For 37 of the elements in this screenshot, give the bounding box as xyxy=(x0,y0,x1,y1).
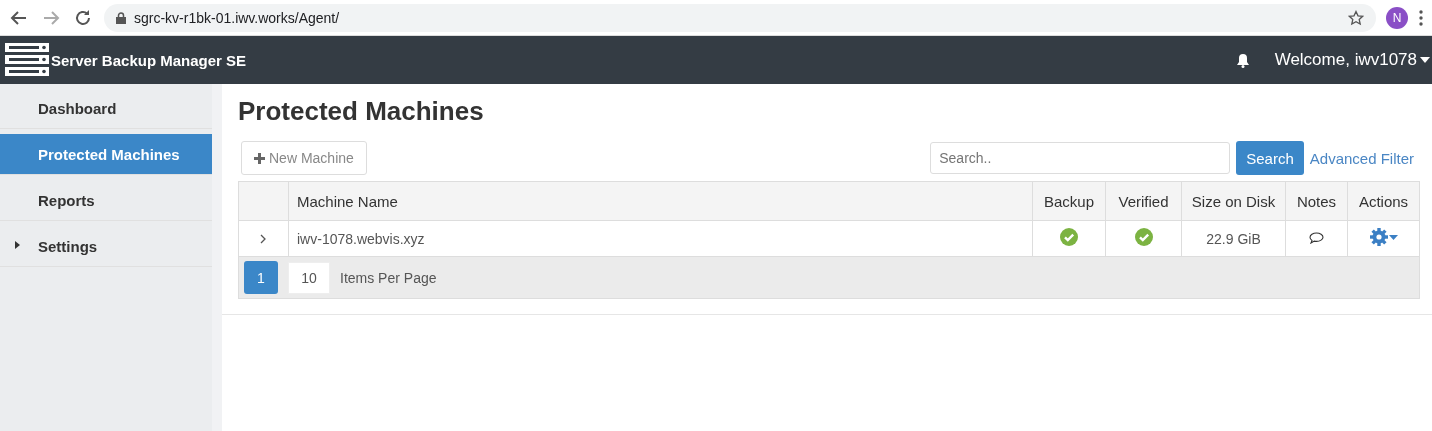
search-button[interactable]: Search xyxy=(1236,141,1304,175)
sidebar-item[interactable]: Protected Machines xyxy=(0,134,212,175)
expand-icon[interactable] xyxy=(260,233,267,244)
column-header[interactable]: Machine Name xyxy=(288,181,1033,221)
column-header[interactable]: Verified xyxy=(1105,181,1182,221)
advanced-filter-link[interactable]: Advanced Filter xyxy=(1309,149,1414,167)
profile-avatar[interactable]: N xyxy=(1386,6,1408,29)
speech-bubble-icon[interactable] xyxy=(1309,231,1324,244)
settings-dropdown[interactable] xyxy=(1369,228,1398,246)
gear-icon xyxy=(1369,228,1388,246)
column-header[interactable]: Size on Disk xyxy=(1181,181,1286,221)
star-icon[interactable] xyxy=(1348,9,1364,26)
new-machine-button[interactable]: New Machine xyxy=(241,141,367,175)
plus-icon xyxy=(254,152,265,164)
user-menu[interactable]: Welcome, iwv1078 xyxy=(1274,50,1430,70)
url-text: sgrc-kv-r1bk-01.iwv.works/Agent/ xyxy=(134,9,340,26)
caret-icon xyxy=(1420,57,1430,63)
page-size-field[interactable]: 10 xyxy=(288,261,330,294)
column-header[interactable]: Actions xyxy=(1347,181,1420,221)
table-cell: 22.9 GiB xyxy=(1181,220,1286,257)
sidebar-item[interactable]: Settings xyxy=(0,226,212,267)
address-bar[interactable]: sgrc-kv-r1bk-01.iwv.works/Agent/ xyxy=(104,3,1376,32)
caret-icon xyxy=(1388,234,1398,240)
page-title: Protected Machines xyxy=(238,96,485,127)
table-cell: iwv-1078.webvis.xyz xyxy=(288,220,1033,257)
server-icon xyxy=(5,43,49,77)
lock-icon xyxy=(116,11,126,24)
bell-icon[interactable] xyxy=(1235,52,1250,68)
page-size-label: Items Per Page xyxy=(340,269,437,286)
search-field[interactable]: Search.. xyxy=(930,142,1231,174)
menu-icon[interactable] xyxy=(1418,8,1424,27)
column-header[interactable]: Notes xyxy=(1285,181,1348,221)
sidebar-item[interactable]: Reports xyxy=(0,180,212,221)
sidebar-item[interactable]: Dashboard xyxy=(0,88,212,129)
column-header[interactable]: Backup xyxy=(1032,181,1106,221)
page-button[interactable]: 1 xyxy=(244,261,278,294)
app-title: Server Backup Manager SE xyxy=(51,51,247,69)
